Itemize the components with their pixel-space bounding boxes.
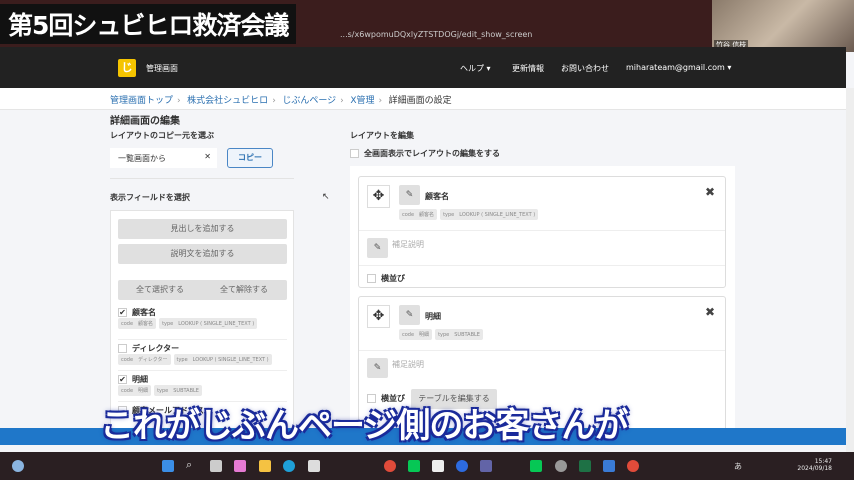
fullscreen-option[interactable]: 全画面表示でレイアウトの編集をする [350, 148, 500, 159]
inline-label: 横並び [381, 274, 405, 283]
type-tag: type LOOKUP ( SINGLE_LINE_TEXT ) [440, 209, 539, 220]
copy-source-select[interactable]: 一覧画面から ✕ [110, 148, 217, 168]
checkbox-checked[interactable]: ✔ [118, 308, 127, 317]
photos-icon[interactable] [603, 460, 615, 472]
task-view-icon[interactable] [210, 460, 222, 472]
nav-help[interactable]: ヘルプ ▾ [460, 63, 491, 74]
edge-icon[interactable] [283, 460, 295, 472]
checkbox[interactable] [367, 274, 376, 283]
nav-updates[interactable]: 更新情報 [512, 63, 544, 74]
fields-label: 表示フィールドを選択 [110, 193, 190, 202]
field-item[interactable]: ✔ 顧客名 code 顧客名 type LOOKUP ( SINGLE_LINE_T… [118, 307, 287, 329]
date: 2024/09/18 [797, 465, 832, 472]
layout-label: レイアウトを編集 [350, 131, 414, 140]
logo-text[interactable]: 管理画面 [146, 63, 178, 74]
edit-icon[interactable]: ✎ [399, 185, 420, 205]
fullscreen-label: 全画面表示でレイアウトの編集をする [364, 149, 500, 158]
type-tag: type LOOKUP ( SINGLE_LINE_TEXT ) [159, 318, 258, 329]
breadcrumb-jibun-page[interactable]: じぶんページ [282, 96, 336, 106]
store-icon[interactable] [308, 460, 320, 472]
breadcrumb: 管理画面トップ › 株式会社シュビヒロ › じぶんページ › X管理 › 詳細画面の設定 [0, 88, 846, 110]
notion-icon[interactable] [432, 460, 444, 472]
divider [110, 178, 294, 179]
teams-icon[interactable] [480, 460, 492, 472]
nav-contact[interactable]: お問い合わせ [561, 63, 609, 74]
weather-icon[interactable] [12, 460, 24, 472]
copy-button[interactable]: コピー [227, 148, 273, 168]
field-name: 明細 [132, 375, 148, 384]
zoom-icon[interactable] [456, 460, 468, 472]
line-icon[interactable] [408, 460, 420, 472]
edit-icon[interactable]: ✎ [367, 238, 388, 258]
time: 15:47 [814, 458, 832, 465]
type-tag: type LOOKUP ( SINGLE_LINE_TEXT ) [173, 354, 272, 365]
logo-icon[interactable]: じ [118, 59, 136, 77]
note-placeholder[interactable]: 補足説明 [392, 239, 424, 250]
ime-indicator[interactable]: あ [734, 461, 742, 472]
field-name: 顧客名 [132, 308, 156, 317]
divider [359, 350, 725, 351]
breadcrumb-top[interactable]: 管理画面トップ [110, 96, 173, 106]
divider [359, 230, 725, 231]
nav-user-menu[interactable]: miharateam@gmail.com ▾ [626, 63, 731, 72]
scrollbar[interactable] [846, 88, 854, 452]
taskbar: ⌕ あ 15:47 2024/09/18 [0, 452, 854, 480]
chrome-icon[interactable] [384, 460, 396, 472]
excel-icon[interactable] [579, 460, 591, 472]
top-nav: じ 管理画面 ヘルプ ▾ 更新情報 お問い合わせ miharateam@gmai… [0, 47, 846, 88]
breadcrumb-x-admin[interactable]: X管理 [350, 96, 374, 106]
video-title-overlay: 第5回シュビヒロ救済会議 [0, 4, 297, 44]
breadcrumb-current: 詳細画面の設定 [388, 96, 452, 106]
close-icon[interactable]: ✖ [705, 185, 715, 199]
close-icon[interactable]: ✖ [705, 305, 715, 319]
mouse-cursor-icon: ↖ [322, 192, 330, 202]
code-tag: code 明細 [399, 329, 433, 340]
clock[interactable]: 15:47 2024/09/18 [797, 458, 832, 472]
page-title: 詳細画面の編集 [110, 116, 180, 127]
copy-select-value: 一覧画面から [118, 154, 166, 163]
code-tag: code ディレクター [118, 354, 171, 365]
address-bar[interactable]: ...s/x6wpomuDQxlyZTSTDOGj/edit_show_scre… [340, 30, 532, 39]
layout-panel: ✥ ✎ 顧客名 code 顧客名 type LOOKUP ( SINGLE_LIN… [350, 166, 735, 436]
search-icon[interactable]: ⌕ [186, 458, 198, 471]
card-field-name: 明細 [425, 312, 441, 321]
field-list-panel: 見出しを追加する 説明文を追加する 全て選択する 全て解除する ✔ 顧客名 cod… [110, 210, 294, 430]
breadcrumb-company[interactable]: 株式会社シュビヒロ [187, 96, 268, 106]
video-subtitle: これがじぶんページ側のお客さんが [100, 406, 628, 446]
add-description-button[interactable]: 説明文を追加する [118, 244, 287, 264]
webcam-video: 竹谷 信枝 [712, 0, 854, 52]
edit-icon[interactable]: ✎ [367, 358, 388, 378]
file-explorer-icon[interactable] [259, 460, 271, 472]
deselect-all-button[interactable]: 全て解除する [220, 280, 268, 300]
type-tag: type SUBTABLE [435, 329, 483, 340]
code-tag: code 顧客名 [118, 318, 157, 329]
inline-option[interactable]: 横並び [367, 273, 405, 284]
layout-card[interactable]: ✥ ✎ 顧客名 code 顧客名 type LOOKUP ( SINGLE_LIN… [358, 176, 726, 288]
move-icon[interactable]: ✥ [367, 305, 390, 328]
field-item[interactable]: ✔ 明細 code 明細 type SUBTABLE [118, 370, 287, 396]
select-all-button[interactable]: 全て選択する [136, 280, 184, 300]
checkbox[interactable] [350, 149, 359, 158]
settings-icon[interactable] [555, 460, 567, 472]
edit-icon[interactable]: ✎ [399, 305, 420, 325]
bulk-buttons: 全て選択する 全て解除する [118, 280, 287, 300]
line-icon[interactable] [530, 460, 542, 472]
chrome-icon[interactable] [627, 460, 639, 472]
divider [359, 265, 725, 266]
type-tag: type SUBTABLE [154, 385, 202, 396]
add-heading-button[interactable]: 見出しを追加する [118, 219, 287, 239]
clear-icon[interactable]: ✕ [204, 152, 211, 161]
code-tag: code 明細 [118, 385, 152, 396]
card-field-name: 顧客名 [425, 192, 449, 201]
copy-label: レイアウトのコピー元を選ぶ [110, 131, 214, 140]
field-item[interactable]: ディレクター code ディレクター type LOOKUP ( SINGLE_L… [118, 339, 287, 365]
move-icon[interactable]: ✥ [367, 185, 390, 208]
code-tag: code 顧客名 [399, 209, 438, 220]
checkbox-checked[interactable]: ✔ [118, 375, 127, 384]
field-name: ディレクター [132, 344, 180, 353]
copilot-icon[interactable] [234, 460, 246, 472]
checkbox[interactable] [118, 344, 127, 353]
start-icon[interactable] [162, 460, 174, 472]
note-placeholder[interactable]: 補足説明 [392, 359, 424, 370]
